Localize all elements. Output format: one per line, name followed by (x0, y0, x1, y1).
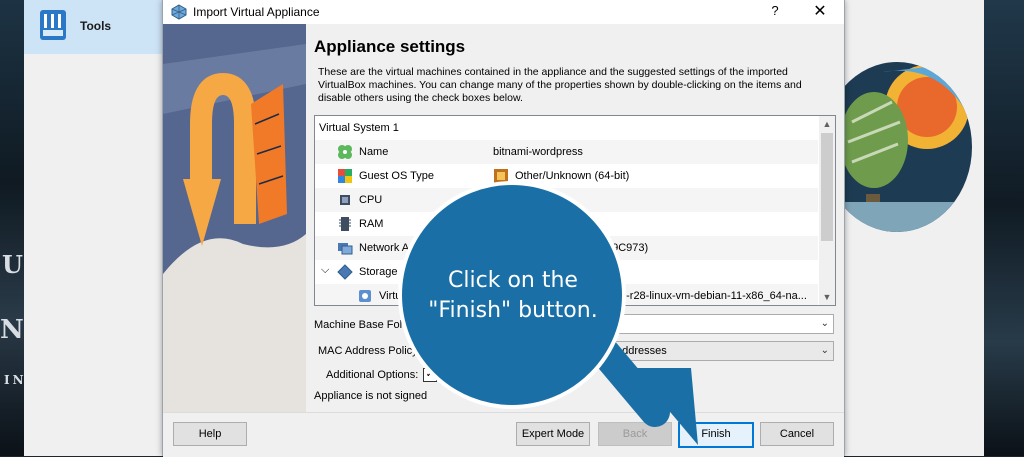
chevron-down-icon: ⌄ (820, 345, 829, 356)
tree-scrollbar[interactable]: ▲ ▼ (819, 116, 835, 305)
wizard-side-image (163, 24, 306, 412)
import-appliance-dialog: Import Virtual Appliance ? ✕ Appliance s… (162, 0, 845, 457)
os-type-icon (338, 169, 352, 183)
callout-line-2: "Finish" button. (428, 298, 598, 323)
tree-row-cpu[interactable]: CPU (315, 188, 818, 212)
page-description: These are the virtual machines contained… (318, 66, 802, 104)
os-logo-icon (494, 169, 508, 183)
disk-icon (359, 290, 371, 302)
wizard-arrow-illustration (163, 24, 306, 412)
row-label: Virtua (379, 290, 408, 302)
network-icon (338, 243, 353, 255)
row-label: Guest OS Type (359, 170, 435, 182)
tree-system-row[interactable]: Virtual System 1 (315, 116, 818, 140)
storage-icon (337, 264, 353, 280)
mac-policy-value: addresses (616, 345, 667, 357)
close-button[interactable]: ✕ (809, 1, 831, 21)
scroll-down-icon[interactable]: ▼ (819, 289, 835, 305)
callout-line-1: Click on the (448, 268, 578, 293)
row-value: 0-r28-linux-vm-debian-11-x86_64-na... (620, 290, 807, 302)
scroll-thumb[interactable] (821, 133, 833, 241)
cpu-icon (340, 195, 350, 205)
signature-status: Appliance is not signed (314, 390, 428, 402)
row-label: Network Ad (359, 242, 416, 254)
tools-icon (40, 10, 66, 40)
machine-base-folder-label: Machine Base Folde (314, 319, 415, 331)
tools-label: Tools (80, 19, 112, 33)
chevron-down-icon: ⌄ (820, 318, 829, 329)
tree-row-ram[interactable]: RAM (315, 212, 818, 236)
machine-base-folder-select[interactable]: ⌄ (609, 314, 834, 334)
button-bar: Help Expert Mode Back Finish Cancel (163, 412, 844, 457)
additional-options-label: Additional Options: (326, 369, 419, 381)
row-label: CPU (359, 194, 383, 206)
additional-options-checkbox[interactable]: ✓ (423, 368, 437, 382)
virtualbox-logo-icon (171, 4, 187, 20)
desktop-wallpaper-right (984, 0, 1024, 456)
row-label: Storage C (359, 266, 409, 278)
row-value: 79C973) (606, 242, 649, 254)
scroll-up-icon[interactable]: ▲ (819, 116, 835, 132)
row-value: Other/Unknown (64-bit) (515, 170, 630, 182)
row-value: bitnami-wordpress (493, 146, 583, 158)
finish-button[interactable]: Finish (678, 422, 754, 448)
row-label: Name (359, 146, 389, 158)
help-button[interactable]: Help (173, 422, 247, 446)
callout-text: Click on the "Finish" button. (411, 266, 615, 326)
mac-policy-label: MAC Address Policy: (318, 345, 421, 357)
row-label: RAM (359, 218, 384, 230)
title-bar: Import Virtual Appliance ? ✕ (163, 0, 844, 24)
help-title-button[interactable]: ? (763, 3, 787, 21)
page-heading: Appliance settings (314, 37, 466, 56)
tree-row-name[interactable]: Name bitnami-wordpress (315, 140, 818, 164)
tree-row-guest-os[interactable]: Guest OS Type Other/Unknown (64-bit) (315, 164, 818, 188)
desktop-wallpaper-left: U NT IN (0, 0, 43, 456)
ram-icon (339, 217, 351, 231)
tree-row-network[interactable]: Network Ad 79C973) (315, 236, 818, 260)
cancel-button[interactable]: Cancel (760, 422, 834, 446)
name-icon (338, 145, 352, 159)
expert-mode-button[interactable]: Expert Mode (516, 422, 590, 446)
back-button[interactable]: Back (598, 422, 672, 446)
dialog-title: Import Virtual Appliance (193, 5, 320, 19)
system-label: Virtual System 1 (319, 122, 399, 134)
collapse-chevron-icon[interactable]: ⌵ (321, 264, 329, 277)
wallpaper-glyph: U (2, 250, 23, 279)
mac-policy-select[interactable]: addresses ⌄ (609, 341, 834, 361)
